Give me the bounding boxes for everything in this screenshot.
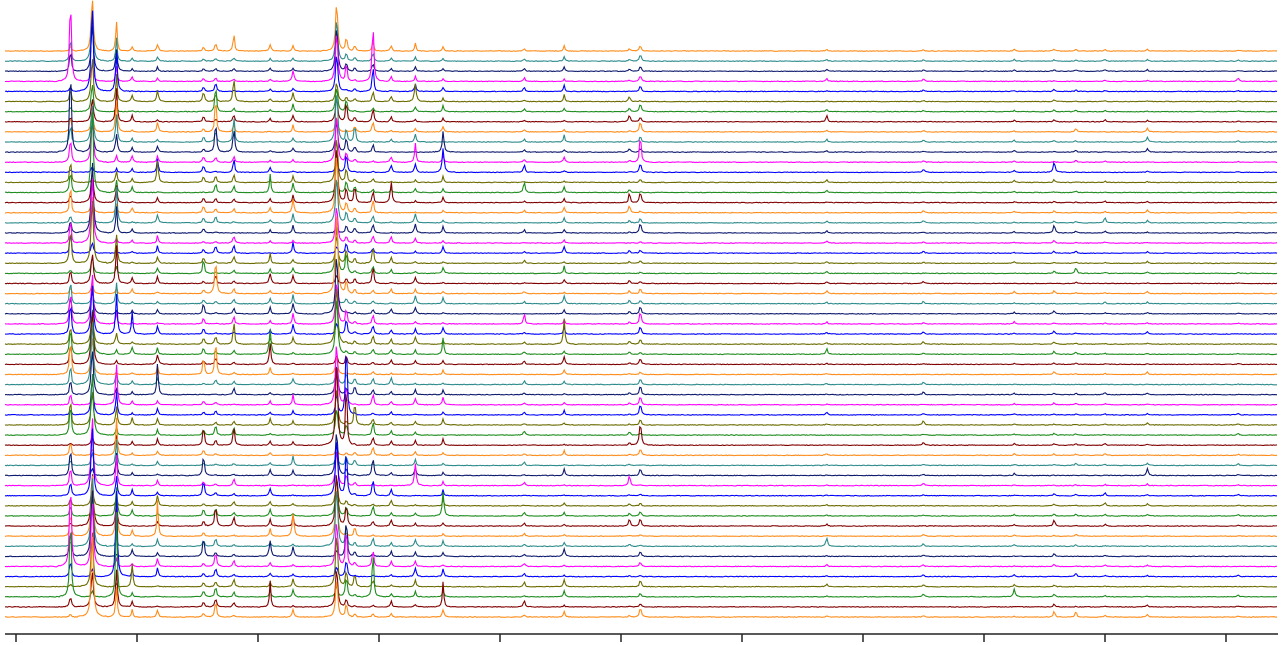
spectrum-line-46: [4, 477, 1278, 507]
spectrum-line-6: [4, 59, 1278, 103]
spectrum-line-7: [4, 85, 1278, 113]
spectrum-line-37: [4, 356, 1278, 416]
spectrum-line-48: [4, 474, 1278, 527]
spectrum-line-54: [4, 532, 1278, 588]
spectrum-line-22: [4, 200, 1278, 265]
spectrum-line-3: [4, 25, 1278, 73]
spectrum-line-32: [4, 311, 1278, 366]
spectrum-line-21: [4, 235, 1278, 255]
spectrum-line-55: [4, 511, 1278, 598]
spectrum-line-36: [4, 346, 1278, 406]
spectrum-line-27: [4, 259, 1278, 315]
spectrum-line-2: [4, 10, 1278, 63]
series-layer: [4, 0, 1278, 618]
spectrum-line-16: [4, 150, 1278, 204]
stacked-spectra-chart: [4, 0, 1278, 642]
spectrum-line-42: [4, 439, 1278, 467]
x-axis: [5, 633, 1278, 642]
spectrum-line-1: [4, 0, 1278, 52]
spectrum-line-51: [4, 490, 1278, 558]
spectrum-line-18: [4, 179, 1278, 224]
spectrum-line-41: [4, 417, 1278, 457]
